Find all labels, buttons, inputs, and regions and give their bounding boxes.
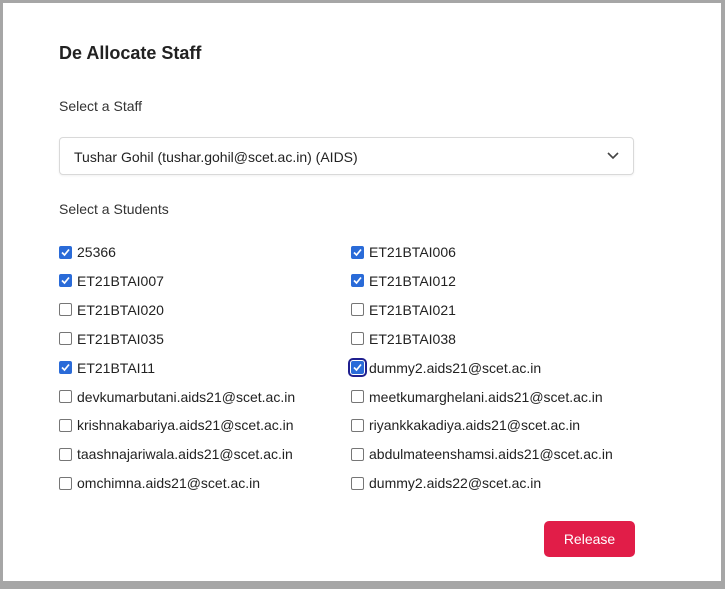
staff-select-label: Select a Staff [59, 98, 143, 114]
student-label: taashnajariwala.aids21@scet.ac.in [77, 446, 293, 463]
student-label: dummy2.aids21@scet.ac.in [369, 359, 542, 376]
student-checkbox-item[interactable]: krishnakabariya.aids21@scet.ac.in [59, 415, 294, 435]
student-label: abdulmateenshamsi.aids21@scet.ac.in [369, 446, 613, 463]
student-checkbox[interactable] [351, 390, 364, 403]
student-checkbox-item[interactable]: ET21BTAI007 [59, 271, 164, 291]
student-label: ET21BTAI038 [369, 330, 456, 347]
student-label: ET21BTAI007 [77, 272, 164, 289]
de-allocate-modal: De Allocate Staff Select a Staff Tushar … [3, 3, 721, 581]
student-checkbox[interactable] [59, 361, 72, 375]
student-label: 25366 [77, 244, 116, 260]
student-checkbox[interactable] [351, 447, 364, 461]
student-checkbox[interactable] [59, 245, 72, 259]
student-label: ET21BTAI035 [77, 330, 164, 347]
student-checkbox-item[interactable]: riyankkakadiya.aids21@scet.ac.in [351, 415, 580, 435]
student-checkbox-item[interactable]: devkumarbutani.aids21@scet.ac.in [59, 387, 295, 407]
student-checkbox[interactable] [59, 274, 72, 288]
student-checkbox[interactable] [351, 303, 364, 317]
students-label: Select a Students [59, 201, 169, 217]
student-checkbox-item[interactable]: ET21BTAI035 [59, 329, 164, 349]
check-icon [353, 248, 362, 256]
check-icon [353, 364, 362, 372]
student-checkbox[interactable] [59, 476, 72, 490]
student-checkbox-item[interactable]: ET21BTAI006 [351, 242, 456, 262]
student-checkbox-item[interactable]: omchimna.aids21@scet.ac.in [59, 473, 260, 493]
check-icon [61, 277, 70, 285]
student-checkbox[interactable] [59, 303, 72, 317]
student-checkbox[interactable] [351, 332, 364, 346]
staff-select[interactable]: Tushar Gohil (tushar.gohil@scet.ac.in) (… [59, 137, 634, 175]
student-checkbox-item[interactable]: 25366 [59, 242, 116, 262]
student-checkbox[interactable] [351, 418, 364, 432]
student-label: ET21BTAI006 [369, 244, 456, 260]
check-icon [61, 248, 70, 256]
student-label: devkumarbutani.aids21@scet.ac.in [77, 388, 296, 405]
student-checkbox-item[interactable]: ET21BTAI021 [351, 300, 456, 320]
student-label: ET21BTAI021 [369, 301, 456, 318]
student-label: riyankkakadiya.aids21@scet.ac.in [369, 417, 581, 434]
student-checkbox-item[interactable]: dummy2.aids22@scet.ac.in [351, 473, 541, 493]
student-label: ET21BTAI020 [77, 301, 164, 318]
student-checkbox-item[interactable]: ET21BTAI012 [351, 271, 456, 291]
student-checkbox[interactable] [351, 274, 364, 288]
check-icon [61, 364, 70, 372]
student-checkbox[interactable] [59, 447, 72, 461]
student-label: krishnakabariya.aids21@scet.ac.in [77, 417, 294, 434]
student-checkbox[interactable] [59, 332, 72, 346]
student-checkbox[interactable] [351, 245, 364, 259]
student-label: ET21BTAI012 [369, 272, 456, 289]
student-checkbox-item[interactable]: meetkumarghelani.aids21@scet.ac.in [351, 387, 603, 407]
release-button[interactable]: Release [544, 521, 635, 557]
student-checkbox-item[interactable]: abdulmateenshamsi.aids21@scet.ac.in [351, 444, 613, 464]
student-checkbox[interactable] [59, 390, 72, 403]
chevron-down-icon [607, 152, 619, 160]
check-icon [353, 277, 362, 285]
student-checkbox-item[interactable]: ET21BTAI11 [59, 358, 155, 378]
student-checkbox-item[interactable]: taashnajariwala.aids21@scet.ac.in [59, 444, 293, 464]
staff-select-value: Tushar Gohil (tushar.gohil@scet.ac.in) (… [74, 149, 358, 165]
student-label: dummy2.aids22@scet.ac.in [369, 475, 542, 492]
student-checkbox[interactable] [348, 358, 367, 378]
student-checkbox[interactable] [59, 418, 72, 432]
student-label: ET21BTAI11 [77, 359, 156, 376]
student-label: omchimna.aids21@scet.ac.in [77, 475, 261, 492]
student-label: meetkumarghelani.aids21@scet.ac.in [369, 388, 603, 405]
student-checkbox[interactable] [351, 476, 364, 490]
student-checkbox-item[interactable]: dummy2.aids21@scet.ac.in [348, 358, 542, 378]
modal-title: De Allocate Staff [59, 43, 202, 63]
student-checkbox-item[interactable]: ET21BTAI038 [351, 329, 456, 349]
student-checkbox-item[interactable]: ET21BTAI020 [59, 300, 164, 320]
